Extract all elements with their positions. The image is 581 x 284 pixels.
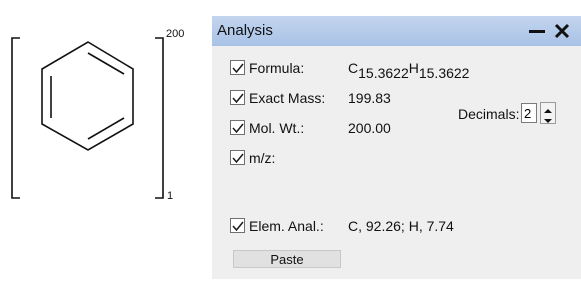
minimize-icon: [529, 30, 545, 33]
mz-checkbox[interactable]: [230, 150, 245, 165]
close-button[interactable]: [551, 20, 573, 42]
polymer-structure-drawing: [11, 37, 164, 199]
left-bracket: [11, 37, 20, 199]
checkmark-icon: [232, 123, 244, 134]
elem-anal-label: Elem. Anal.:: [249, 218, 324, 234]
mol-wt-label: Mol. Wt.:: [249, 120, 305, 136]
decimals-label: Decimals:: [458, 106, 520, 122]
minimize-button[interactable]: [526, 20, 548, 42]
structure-canvas[interactable]: 200 1: [0, 0, 205, 279]
panel-title: Analysis: [217, 22, 273, 39]
checkmark-icon: [232, 63, 244, 74]
decimals-spinner[interactable]: [540, 102, 556, 124]
mol-wt-value: 200.00: [348, 120, 391, 136]
checkmark-icon: [232, 93, 244, 104]
checkmark-icon: [232, 221, 244, 232]
decimals-down-button[interactable]: [541, 113, 555, 123]
exact-mass-checkbox[interactable]: [230, 90, 245, 105]
right-bracket: [155, 37, 164, 199]
decimals-up-button[interactable]: [541, 103, 555, 113]
exact-mass-value: 199.83: [348, 90, 391, 106]
decimals-input[interactable]: [521, 103, 537, 123]
paste-button[interactable]: Paste: [233, 250, 341, 268]
panel-titlebar[interactable]: Analysis: [212, 16, 581, 46]
benzene-ring: [41, 41, 134, 151]
repeat-count-label: 200: [166, 28, 185, 40]
analysis-panel: Analysis Formula: C15.3622H15.3622 Exact…: [212, 16, 581, 279]
elem-anal-checkbox[interactable]: [230, 218, 245, 233]
caret-down-icon: [544, 119, 552, 123]
bracket-subscript-label: 1: [167, 190, 174, 202]
checkmark-icon: [232, 153, 244, 164]
elem-anal-value: C, 92.26; H, 7.74: [348, 218, 454, 234]
formula-value: C15.3622H15.3622: [348, 60, 470, 81]
close-icon: [554, 23, 570, 39]
mol-wt-checkbox[interactable]: [230, 120, 245, 135]
formula-checkbox[interactable]: [230, 60, 245, 75]
mz-label: m/z:: [249, 150, 276, 166]
formula-label: Formula:: [249, 60, 305, 76]
exact-mass-label: Exact Mass:: [249, 90, 326, 106]
